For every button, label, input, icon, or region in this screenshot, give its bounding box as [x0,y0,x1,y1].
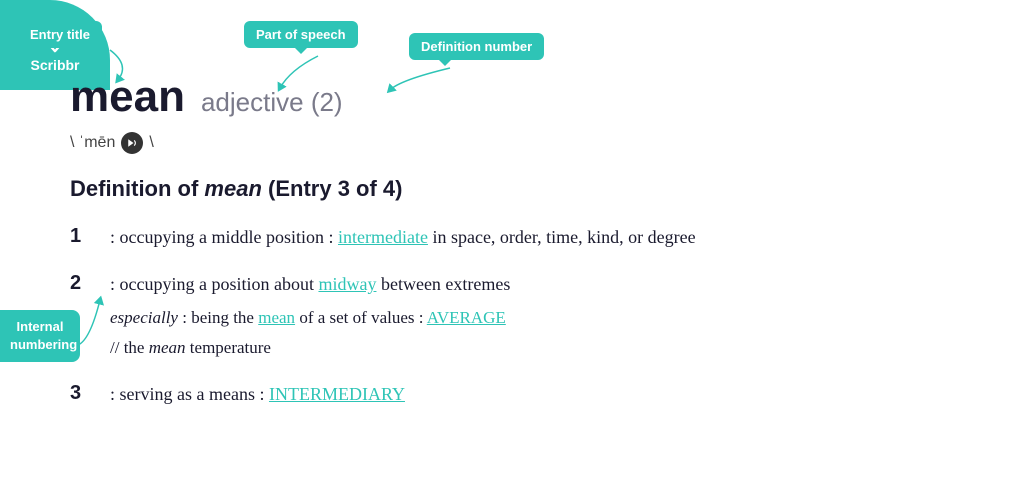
pronunciation-text: \ ˈmēn [70,134,115,152]
def-sub-text1: : being the [178,308,258,327]
def-link-intermediary[interactable]: INTERMEDIARY [269,384,405,404]
definition-item-2: 2 : occupying a position about midway be… [70,271,1000,361]
def-link-average[interactable]: AVERAGE [427,308,506,327]
def-sub-text2: of a set of values : [295,308,427,327]
internal-numbering-annotation: Internal numbering [0,310,80,362]
def-especially: especially [110,308,178,327]
def-number-1: 1 [70,224,90,248]
entry-word: mean [70,72,185,122]
definition-list: 1 : occupying a middle position : interm… [70,224,1000,408]
def-body-1: : occupying a middle position : intermed… [110,224,696,251]
entry-heading: mean adjective (2) [70,72,1000,122]
main-content: mean adjective (2) \ ˈmēn \ Definition o… [70,72,1000,428]
def-text-2b: between extremes [376,274,510,294]
def-body-3: : serving as a means : INTERMEDIARY [110,381,405,408]
def-link-midway[interactable]: midway [318,274,376,294]
def-link-intermediate[interactable]: intermediate [338,227,428,247]
def-sub-2: especially : being the mean of a set of … [110,304,510,331]
definition-item-1: 1 : occupying a middle position : interm… [70,224,1000,251]
pronunciation-close: \ [149,134,153,152]
def-body-2: : occupying a position about midway betw… [110,271,510,361]
def-text-3a: : serving as a means : [110,384,269,404]
def-example-suffix: temperature [186,338,271,357]
definition-number-annotation: Definition number [409,33,544,60]
def-example-word: mean [149,338,186,357]
def-text-2a: : occupying a position about [110,274,318,294]
def-link-mean[interactable]: mean [258,308,295,327]
def-example-2: // the mean temperature [110,335,510,361]
def-example-prefix: // the [110,338,149,357]
definition-header: Definition of mean (Entry 3 of 4) [70,176,1000,202]
part-of-speech-annotation: Part of speech [244,21,358,48]
audio-button[interactable] [121,132,143,154]
def-number-3: 3 [70,381,90,405]
def-text-1a: : occupying a middle position : [110,227,338,247]
entry-pos: adjective (2) [201,87,343,118]
definition-item-3: 3 : serving as a means : INTERMEDIARY [70,381,1000,408]
entry-title-annotation: Entry title [18,21,102,48]
pronunciation: \ ˈmēn \ [70,132,1000,154]
definition-word: mean [204,176,261,201]
def-text-1b: in space, order, time, kind, or degree [428,227,696,247]
def-number-2: 2 [70,271,90,295]
